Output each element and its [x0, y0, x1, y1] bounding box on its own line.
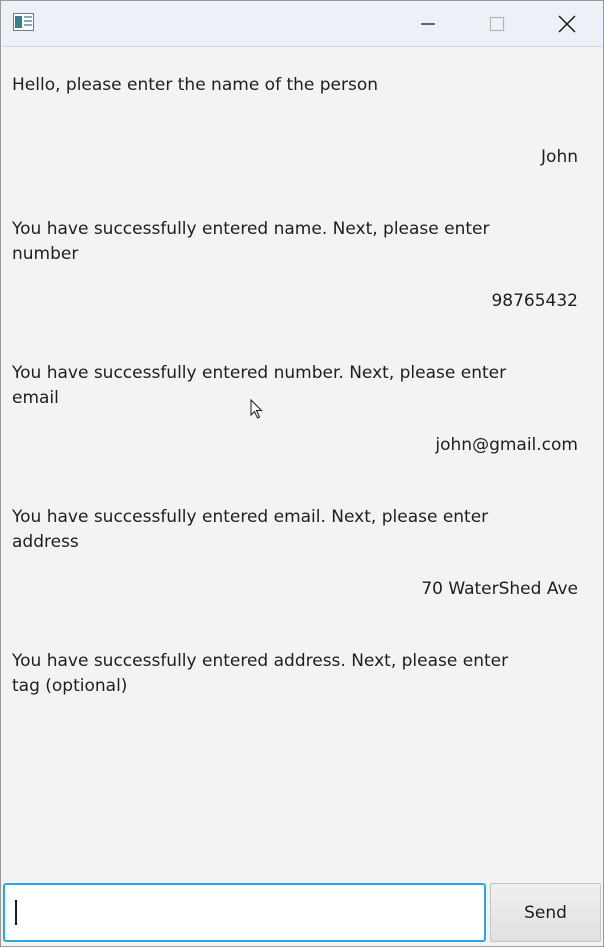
maximize-icon	[489, 16, 505, 31]
user-message: 70 WaterShed Ave	[421, 579, 578, 599]
app-window: Hello, please enter the name of the pers…	[0, 0, 604, 947]
maximize-button[interactable]	[463, 1, 531, 46]
bot-message: You have successfully entered address. N…	[12, 651, 509, 696]
user-message: John	[541, 147, 578, 167]
close-button[interactable]	[533, 1, 601, 46]
minimize-button[interactable]	[394, 1, 462, 46]
user-message: 98765432	[491, 291, 578, 311]
close-icon	[558, 14, 576, 33]
title-bar[interactable]	[1, 1, 603, 47]
bot-message: You have successfully entered number. Ne…	[12, 363, 507, 408]
bot-message: You have successfully entered email. Nex…	[12, 507, 489, 552]
app-icon	[13, 13, 34, 31]
chat-history[interactable]: Hello, please enter the name of the pers…	[1, 47, 603, 880]
mouse-pointer-icon	[250, 398, 264, 420]
user-message: john@gmail.com	[435, 435, 578, 455]
input-row: Send	[1, 881, 603, 946]
minimize-icon	[421, 22, 435, 25]
bot-message: You have successfully entered name. Next…	[12, 219, 490, 264]
bot-message: Hello, please enter the name of the pers…	[12, 75, 379, 95]
text-caret	[15, 900, 17, 925]
send-button[interactable]: Send	[490, 883, 601, 942]
message-input[interactable]	[3, 883, 486, 942]
